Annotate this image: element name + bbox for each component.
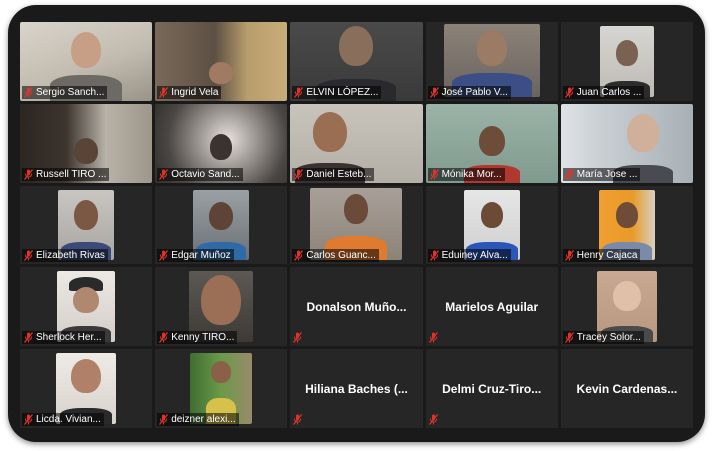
- participant-name-tag: Russell TIRO ...: [22, 167, 110, 181]
- participant-name-tag: Eduiney Alva...: [427, 249, 511, 263]
- muted-microphone-icon: [565, 169, 574, 180]
- participant-name-tag: Sherlock Her...: [22, 331, 105, 345]
- muted-microphone-icon: [24, 332, 33, 343]
- muted-microphone-icon: [294, 87, 303, 98]
- participant-tile[interactable]: Elizabeth Rivas: [20, 185, 153, 265]
- participant-tile[interactable]: María Jose ...: [560, 103, 693, 183]
- participant-name: Octavio Sand...: [171, 168, 240, 180]
- participant-name-tag: Octavio Sand...: [157, 167, 243, 181]
- muted-microphone-icon: [430, 169, 439, 180]
- participant-name: Kevin Cardenas...: [576, 381, 678, 396]
- participant-name: Marielos Aguilar: [445, 299, 539, 314]
- participant-name-tag: Sergio Sanch...: [22, 85, 108, 99]
- participant-tile[interactable]: Mónika Mor...: [425, 103, 558, 183]
- participant-name: Sergio Sanch...: [36, 86, 105, 98]
- participant-name: María Jose ...: [576, 168, 638, 180]
- muted-microphone-icon: [294, 250, 303, 261]
- participant-tile[interactable]: Eduiney Alva...: [425, 185, 558, 265]
- muted-microphone-icon: [429, 332, 438, 343]
- participant-name-tag: Juan Carlos ...: [562, 85, 645, 99]
- zoom-window: Sergio Sanch... Ingrid Vela ELVIN LÓPEZ.…: [8, 5, 705, 442]
- participant-name-tag: Tracey Solor...: [562, 331, 644, 345]
- participant-tile[interactable]: Delmi Cruz-Tiro...: [425, 349, 558, 428]
- participant-tile[interactable]: Ingrid Vela: [155, 22, 288, 101]
- participant-name: Kenny TIRO...: [171, 332, 235, 344]
- participant-name: Russell TIRO ...: [36, 168, 107, 180]
- participant-tile[interactable]: Carlos Guanc...: [290, 185, 423, 265]
- muted-microphone-icon: [159, 169, 168, 180]
- participant-tile[interactable]: Donalson Muño...: [290, 267, 423, 347]
- participant-name: ELVIN LÓPEZ...: [306, 86, 379, 98]
- muted-microphone-icon: [159, 87, 168, 98]
- participant-name: Hiliana Baches (...: [305, 381, 408, 396]
- muted-microphone-icon: [24, 87, 33, 98]
- participant-name: Mónika Mor...: [441, 168, 502, 180]
- participant-name: Henry Cajaca: [576, 250, 638, 262]
- muted-microphone-icon: [24, 169, 33, 180]
- muted-microphone-icon: [294, 169, 303, 180]
- participant-name: Delmi Cruz-Tiro...: [442, 381, 542, 396]
- participant-name: Elizabeth Rivas: [36, 250, 105, 262]
- participant-tile[interactable]: Henry Cajaca: [560, 185, 693, 265]
- participant-tile[interactable]: Edgar Muñoz: [155, 185, 288, 265]
- participant-tile[interactable]: deizner alexi...: [155, 349, 288, 428]
- participant-name-tag: Daniel Esteb...: [292, 167, 375, 181]
- participant-name-tag: Elizabeth Rivas: [22, 249, 108, 263]
- participant-name-tag: Henry Cajaca: [562, 249, 641, 263]
- participant-name: Ingrid Vela: [171, 86, 219, 98]
- participant-tile[interactable]: Kevin Cardenas...: [560, 349, 693, 428]
- muted-microphone-icon: [293, 332, 302, 343]
- participant-tile[interactable]: José Pablo V...: [425, 22, 558, 101]
- muted-microphone-icon: [24, 414, 33, 425]
- participant-name-tag: Ingrid Vela: [157, 85, 222, 99]
- participant-name-tag: María Jose ...: [562, 167, 641, 181]
- participant-name: Daniel Esteb...: [306, 168, 372, 180]
- muted-microphone-icon: [159, 250, 168, 261]
- participant-name: Tracey Solor...: [576, 332, 641, 344]
- participant-name-tag: Mónika Mor...: [427, 167, 505, 181]
- participant-tile[interactable]: Juan Carlos ...: [560, 22, 693, 101]
- participant-tile[interactable]: Russell TIRO ...: [20, 103, 153, 183]
- participant-name: Juan Carlos ...: [576, 86, 642, 98]
- participant-tile[interactable]: Tracey Solor...: [560, 267, 693, 347]
- participant-name: Edgar Muñoz: [171, 250, 231, 262]
- participant-name: Licda. Vivian...: [36, 414, 101, 425]
- participant-name-tag: Licda. Vivian...: [22, 413, 104, 426]
- muted-microphone-icon: [293, 414, 302, 425]
- participant-name: Eduiney Alva...: [441, 250, 508, 262]
- participant-name-tag: Kenny TIRO...: [157, 331, 238, 345]
- muted-microphone-icon: [430, 250, 439, 261]
- participant-tile[interactable]: Hiliana Baches (...: [290, 349, 423, 428]
- participant-tile[interactable]: ELVIN LÓPEZ...: [290, 22, 423, 101]
- muted-microphone-icon: [429, 414, 438, 425]
- muted-microphone-icon: [24, 250, 33, 261]
- participant-tile[interactable]: Daniel Esteb...: [290, 103, 423, 183]
- muted-microphone-icon: [565, 87, 574, 98]
- participant-name-tag: Carlos Guanc...: [292, 249, 379, 263]
- participant-tile[interactable]: Kenny TIRO...: [155, 267, 288, 347]
- participant-name-tag: deizner alexi...: [157, 413, 239, 426]
- muted-microphone-icon: [430, 87, 439, 98]
- participant-name: deizner alexi...: [171, 414, 236, 425]
- participant-tile[interactable]: Sergio Sanch...: [20, 22, 153, 101]
- participant-name: Carlos Guanc...: [306, 250, 376, 262]
- participant-name-tag: José Pablo V...: [427, 85, 511, 99]
- gallery-grid: Sergio Sanch... Ingrid Vela ELVIN LÓPEZ.…: [20, 22, 693, 428]
- participant-name-tag: Edgar Muñoz: [157, 249, 234, 263]
- participant-tile[interactable]: Sherlock Her...: [20, 267, 153, 347]
- participant-tile[interactable]: Licda. Vivian...: [20, 349, 153, 428]
- participant-name: José Pablo V...: [441, 86, 508, 98]
- muted-microphone-icon: [159, 414, 168, 425]
- participant-name: Donalson Muño...: [306, 299, 407, 314]
- participant-tile[interactable]: Marielos Aguilar: [425, 267, 558, 347]
- muted-microphone-icon: [159, 332, 168, 343]
- participant-name: Sherlock Her...: [36, 332, 102, 344]
- muted-microphone-icon: [565, 250, 574, 261]
- participant-tile[interactable]: Octavio Sand...: [155, 103, 288, 183]
- participant-name-tag: ELVIN LÓPEZ...: [292, 85, 382, 99]
- muted-microphone-icon: [565, 332, 574, 343]
